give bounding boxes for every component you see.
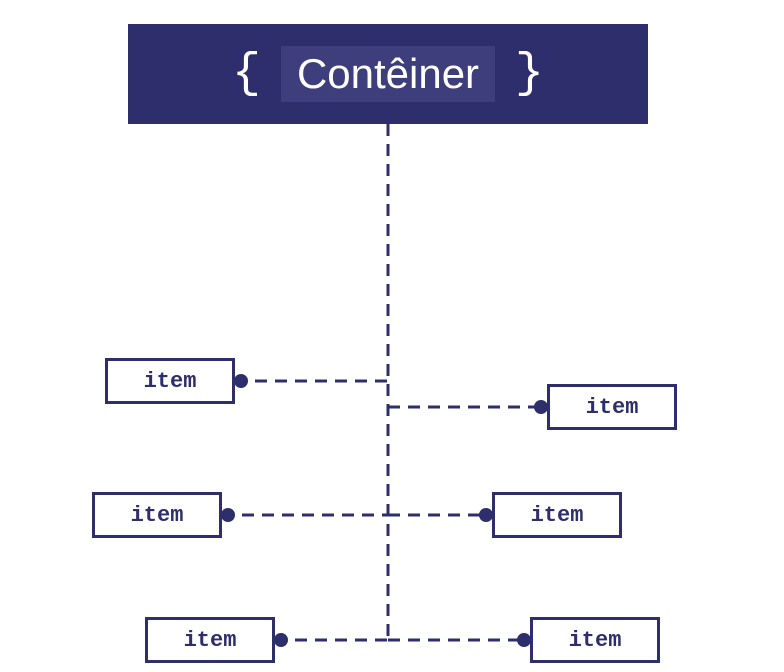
item-label: item [531,503,584,528]
container-label: Contêiner [281,46,495,102]
brace-right: } [515,47,544,101]
item-box-right-2: item [492,492,622,538]
item-box-left-3: item [145,617,275,663]
brace-left: { [232,47,261,101]
item-box-right-1: item [547,384,677,430]
item-box-right-3: item [530,617,660,663]
item-label: item [144,369,197,394]
item-label: item [184,628,237,653]
item-box-left-2: item [92,492,222,538]
item-label: item [131,503,184,528]
item-box-left-1: item [105,358,235,404]
item-label: item [586,395,639,420]
container-box: { Contêiner } [128,24,648,124]
item-label: item [569,628,622,653]
